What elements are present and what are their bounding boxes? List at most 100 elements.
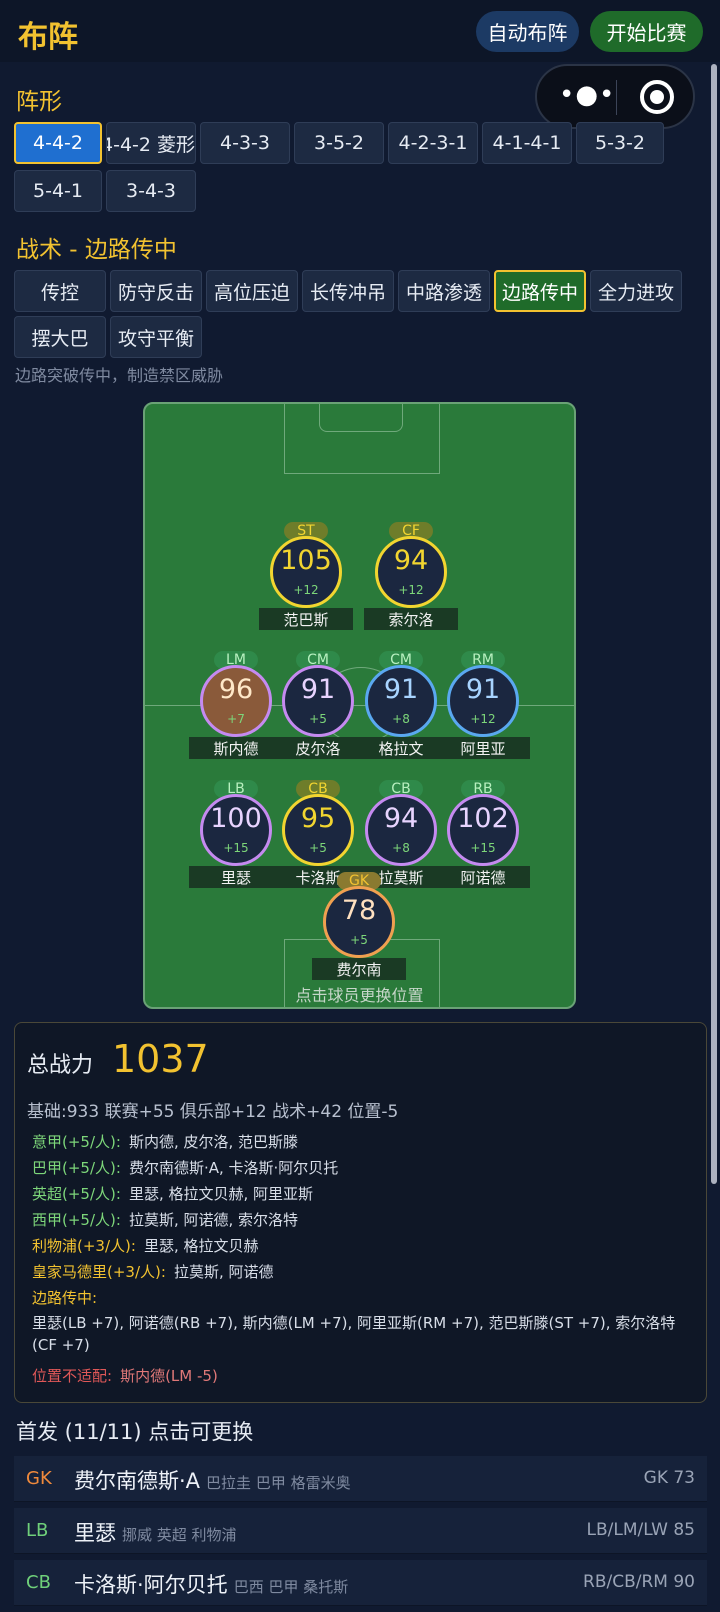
starter-name: 卡洛斯·阿尔贝托 巴西 巴甲 桑托斯 <box>74 1573 349 1597</box>
penalty-tag: 位置不适配: <box>32 1367 113 1385</box>
formation-title: 阵形 <box>16 89 62 115</box>
player-name: 皮尔洛 <box>271 737 365 759</box>
player-bonus: +8 <box>392 841 410 855</box>
tactic-bonus-detail: 里瑟(LB +7), 阿诺德(RB +7), 斯内德(LM +7), 阿里亚斯(… <box>32 1314 676 1354</box>
tactic-option[interactable]: 摆大巴 <box>14 316 106 358</box>
bonus-players: 拉莫斯, 阿诺德 <box>173 1263 274 1281</box>
bonus-players: 斯内德, 皮尔洛, 范巴斯滕 <box>128 1133 299 1151</box>
formation-option[interactable]: 3-4-3 <box>106 170 196 212</box>
starter-row[interactable]: LB 里瑟 挪威 英超 利物浦 LB/LM/LW 85 <box>14 1508 707 1554</box>
tactic-description: 边路突破传中，制造禁区威胁 <box>15 366 224 385</box>
league-bonus-line: 意甲(+5/人): 斯内德, 皮尔洛, 范巴斯滕 <box>32 1131 298 1152</box>
bonus-tag: 西甲(+5/人): <box>32 1211 121 1229</box>
player-rating-circle: 100 +15 <box>200 794 272 866</box>
player-rating-circle: 91 +8 <box>365 665 437 737</box>
bonus-tag: 意甲(+5/人): <box>32 1133 121 1151</box>
player-rating: 94 <box>383 803 419 834</box>
player-rating: 91 <box>465 674 501 705</box>
target-close-icon[interactable] <box>640 80 674 114</box>
formation-option[interactable]: 3-5-2 <box>294 122 384 164</box>
starter-stat: GK 73 <box>643 1468 695 1488</box>
formation-option[interactable]: 4-3-3 <box>200 122 290 164</box>
starter-tags: 巴拉圭 巴甲 格雷米奥 <box>206 1474 351 1492</box>
start-match-button[interactable]: 开始比赛 <box>590 11 703 52</box>
player-rating: 91 <box>383 674 419 705</box>
starter-name: 里瑟 挪威 英超 利物浦 <box>74 1521 237 1545</box>
auto-lineup-button[interactable]: 自动布阵 <box>476 11 579 52</box>
tactic-option[interactable]: 防守反击 <box>110 270 202 312</box>
scrollbar[interactable] <box>711 64 717 1184</box>
player-bonus: +5 <box>350 933 368 947</box>
player-name: 格拉文 <box>354 737 448 759</box>
capsule-divider <box>616 80 617 115</box>
bonus-players: 费尔南德斯·A, 卡洛斯·阿尔贝托 <box>128 1159 339 1177</box>
power-breakdown: 基础:933 联赛+55 俱乐部+12 战术+42 位置-5 <box>27 1102 399 1122</box>
tactic-option[interactable]: 攻守平衡 <box>110 316 202 358</box>
tactic-option[interactable]: 传控 <box>14 270 106 312</box>
position-penalty-line: 位置不适配: 斯内德(LM -5) <box>32 1365 218 1386</box>
tactic-option[interactable]: 边路传中 <box>494 270 586 312</box>
player-name: 范巴斯 <box>259 608 353 630</box>
mini-program-capsule: •●• <box>535 64 695 129</box>
total-power-value: 1037 <box>112 1037 209 1081</box>
more-dots-icon[interactable]: •●• <box>559 80 615 110</box>
goal-area-top <box>319 404 403 432</box>
tactics-title: 战术 - 边路传中 <box>16 237 177 263</box>
player-rating-circle: 102 +15 <box>447 794 519 866</box>
league-bonus-line: 巴甲(+5/人): 费尔南德斯·A, 卡洛斯·阿尔贝托 <box>32 1157 338 1178</box>
club-bonus-line: 皇家马德里(+3/人): 拉莫斯, 阿诺德 <box>32 1261 273 1282</box>
bonus-tag: 巴甲(+5/人): <box>32 1159 121 1177</box>
formation-option[interactable]: 5-3-2 <box>576 122 664 164</box>
player-bonus: +12 <box>470 712 496 726</box>
player-rating-circle: 91 +12 <box>447 665 519 737</box>
power-summary-panel: 总战力 1037 基础:933 联赛+55 俱乐部+12 战术+42 位置-5 … <box>14 1022 707 1403</box>
player-rating-circle: 94 +8 <box>365 794 437 866</box>
player-rating: 91 <box>300 674 336 705</box>
tactic-option[interactable]: 高位压迫 <box>206 270 298 312</box>
player-rating: 105 <box>280 545 332 576</box>
tactic-option[interactable]: 全力进攻 <box>590 270 682 312</box>
player-bonus: +15 <box>223 841 249 855</box>
league-bonus-line: 英超(+5/人): 里瑟, 格拉文贝赫, 阿里亚斯 <box>32 1183 313 1204</box>
starter-row[interactable]: CB 卡洛斯·阿尔贝托 巴西 巴甲 桑托斯 RB/CB/RM 90 <box>14 1560 707 1606</box>
player-name: 斯内德 <box>189 737 283 759</box>
formation-option[interactable]: 4-4-2 菱形 <box>106 122 196 164</box>
starter-position: LB <box>26 1520 49 1541</box>
player-rating-circle: 91 +5 <box>282 665 354 737</box>
formation-option[interactable]: 4-1-4-1 <box>482 122 572 164</box>
pitch-hint: 点击球员更换位置 <box>295 986 424 1005</box>
starter-tags: 挪威 英超 利物浦 <box>122 1526 237 1544</box>
starter-tags: 巴西 巴甲 桑托斯 <box>233 1578 349 1596</box>
player-rating: 100 <box>210 803 262 834</box>
formation-option[interactable]: 4-4-2 <box>14 122 102 164</box>
player-bonus: +5 <box>309 841 327 855</box>
formation-option[interactable]: 5-4-1 <box>14 170 102 212</box>
bonus-players: 里瑟, 格拉文贝赫 <box>143 1237 259 1255</box>
formation-option[interactable]: 4-2-3-1 <box>388 122 478 164</box>
starters-title: 首发 (11/11) 点击可更换 <box>16 1420 254 1444</box>
player-rating: 95 <box>300 803 336 834</box>
player-rating-circle: 94 +12 <box>375 536 447 608</box>
player-name: 费尔南 <box>312 958 406 980</box>
starter-row[interactable]: GK 费尔南德斯·A 巴拉圭 巴甲 格雷米奥 GK 73 <box>14 1456 707 1502</box>
starter-stat: LB/LM/LW 85 <box>586 1520 695 1540</box>
player-bonus: +8 <box>392 712 410 726</box>
starter-position: GK <box>26 1468 52 1489</box>
bonus-tag: 皇家马德里(+3/人): <box>32 1263 166 1281</box>
player-bonus: +12 <box>293 583 319 597</box>
player-bonus: +12 <box>398 583 424 597</box>
player-name: 里瑟 <box>189 866 283 888</box>
tactic-option[interactable]: 长传冲吊 <box>302 270 394 312</box>
bonus-players: 里瑟, 格拉文贝赫, 阿里亚斯 <box>128 1185 314 1203</box>
player-rating: 78 <box>341 895 377 926</box>
starter-position: CB <box>26 1572 51 1593</box>
player-rating: 102 <box>457 803 509 834</box>
player-rating: 94 <box>393 545 429 576</box>
tactic-option[interactable]: 中路渗透 <box>398 270 490 312</box>
starter-stat: RB/CB/RM 90 <box>583 1572 695 1592</box>
player-name: 阿诺德 <box>436 866 530 888</box>
player-rating-circle: 78 +5 <box>323 886 395 958</box>
starter-name: 费尔南德斯·A 巴拉圭 巴甲 格雷米奥 <box>74 1469 351 1493</box>
penalty-detail: 斯内德(LM -5) <box>120 1367 218 1385</box>
tactic-bonus-tag: 边路传中: <box>32 1289 98 1307</box>
